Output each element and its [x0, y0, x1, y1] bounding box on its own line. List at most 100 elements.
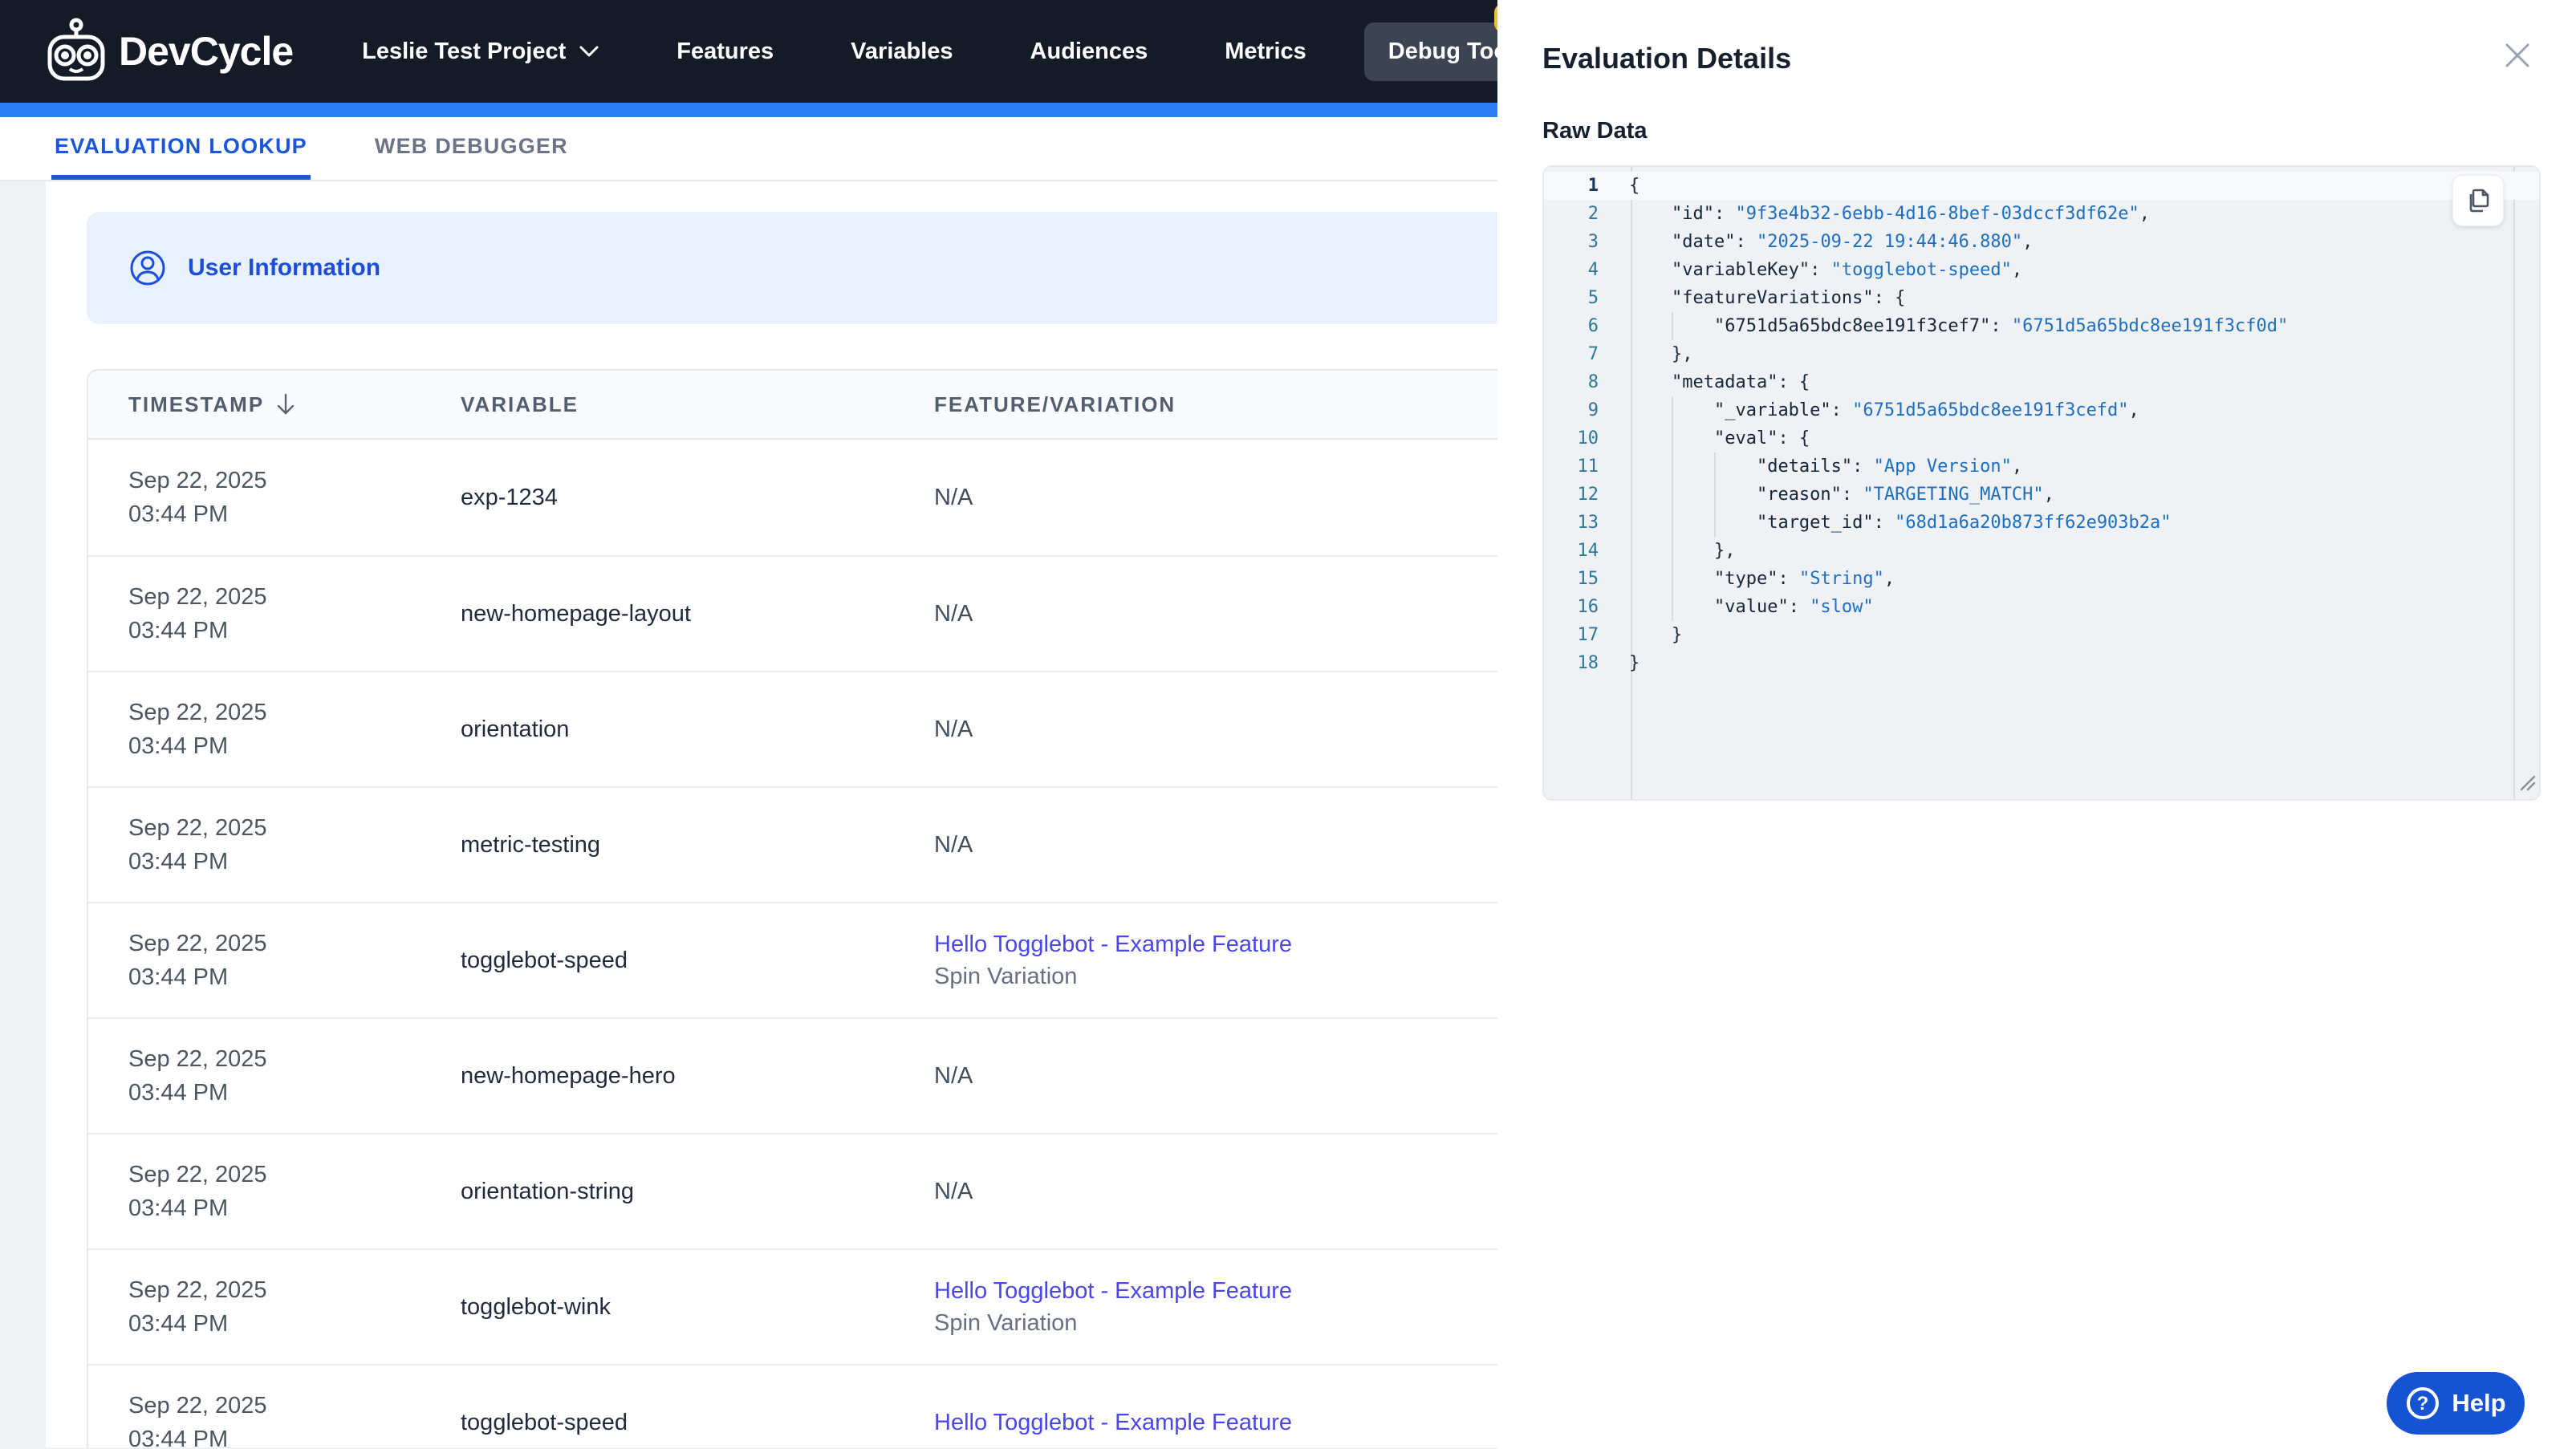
line-number: 1 — [1587, 176, 1599, 196]
help-label: Help — [2452, 1389, 2506, 1417]
timestamp-date: Sep 22, 2025 — [128, 815, 267, 841]
column-header-feature-variation[interactable]: FEATURE/VARIATION — [934, 392, 1547, 417]
code-line: 10 "eval": { — [1544, 424, 2539, 453]
code-text: "6751d5a65bdc8ee191f3cef7": "6751d5a65bd… — [1616, 312, 2288, 340]
table-row[interactable]: Sep 22, 2025 03:44 PM new-homepage-hero N/A — [88, 1017, 1547, 1133]
resize-grip-icon — [2520, 775, 2536, 791]
line-number: 3 — [1587, 232, 1599, 252]
code-line: 16 "value": "slow" — [1544, 593, 2539, 621]
line-number: 17 — [1577, 625, 1599, 645]
resize-handle[interactable] — [2515, 770, 2536, 796]
feature-variation-cell: Hello Togglebot - Example Feature Spin Va… — [934, 1275, 1547, 1339]
timestamp-time: 03:44 PM — [128, 964, 229, 990]
feature-link[interactable]: Hello Togglebot - Example Feature — [934, 1406, 1547, 1439]
line-number: 9 — [1587, 400, 1599, 420]
timestamp-time: 03:44 PM — [128, 733, 229, 759]
code-text: "id": "9f3e4b32-6ebb-4d16-8bef-03dccf3df… — [1671, 204, 2151, 224]
feature-link[interactable]: Hello Togglebot - Example Feature — [934, 928, 1547, 960]
timestamp-header-label: TIMESTAMP — [128, 392, 265, 416]
copy-code-button[interactable] — [2452, 175, 2504, 226]
table-header-row: TIMESTAMP VARIABLE FEATURE/VARIATION — [88, 371, 1547, 440]
table-row[interactable]: Sep 22, 2025 03:44 PM orientation N/A — [88, 671, 1547, 786]
timestamp-cell: Sep 22, 2025 03:44 PM — [88, 1273, 461, 1341]
tab-evaluation-lookup[interactable]: EVALUATION LOOKUP — [51, 117, 311, 180]
code-line: 3 "date": "2025-09-22 19:44:46.880", — [1544, 228, 2539, 256]
code-text: "metadata": { — [1671, 372, 1810, 392]
variable-cell: orientation-string — [461, 1178, 634, 1204]
copy-icon — [2469, 189, 2489, 213]
table-row[interactable]: Sep 22, 2025 03:44 PM new-homepage-layout N… — [88, 555, 1547, 671]
user-information-panel[interactable]: User Information — [87, 212, 1523, 324]
table-row[interactable]: Sep 22, 2025 03:44 PM togglebot-speed Hello… — [88, 1364, 1547, 1447]
line-number: 5 — [1587, 288, 1599, 308]
na-label: N/A — [934, 600, 973, 627]
timestamp-cell: Sep 22, 2025 03:44 PM — [88, 811, 461, 879]
table-body: Sep 22, 2025 03:44 PM exp-1234 N/A Sep 22, 2… — [88, 440, 1547, 1447]
table-row[interactable]: Sep 22, 2025 03:44 PM togglebot-wink Hello … — [88, 1248, 1547, 1364]
close-drawer-button[interactable] — [2499, 37, 2536, 76]
code-line: 14 }, — [1544, 537, 2539, 565]
raw-data-code-block: 1 {2 "id": "9f3e4b32-6ebb-4d16-8bef-03dcc… — [1542, 165, 2541, 801]
feature-variation-cell: Hello Togglebot - Example Feature Spin Va… — [934, 928, 1547, 992]
tab-web-debugger[interactable]: WEB DEBUGGER — [372, 117, 571, 180]
code-line: 8 "metadata": { — [1544, 368, 2539, 396]
chevron-down-icon — [579, 46, 599, 57]
nav-item-audiences[interactable]: Audiences — [1030, 39, 1148, 65]
line-number: 14 — [1577, 541, 1599, 561]
code-text: "eval": { — [1616, 424, 1810, 453]
user-information-title: User Information — [188, 254, 381, 281]
variable-cell: new-homepage-layout — [461, 600, 691, 627]
devcycle-logo[interactable]: DevCycle — [45, 18, 294, 85]
timestamp-date: Sep 22, 2025 — [128, 1162, 267, 1187]
sort-descending-icon — [277, 393, 295, 415]
timestamp-cell: Sep 22, 2025 03:44 PM — [88, 696, 461, 763]
help-question-icon: ? — [2407, 1387, 2440, 1419]
timestamp-date: Sep 22, 2025 — [128, 700, 267, 725]
timestamp-cell: Sep 22, 2025 03:44 PM — [88, 580, 461, 647]
table-row[interactable]: Sep 22, 2025 03:44 PM togglebot-speed Hello… — [88, 902, 1547, 1017]
variable-cell: togglebot-speed — [461, 947, 628, 973]
brand-name: DevCycle — [119, 29, 294, 74]
variable-cell: orientation — [461, 716, 570, 742]
code-lines: 1 {2 "id": "9f3e4b32-6ebb-4d16-8bef-03dcc… — [1544, 167, 2539, 677]
variable-cell: exp-1234 — [461, 484, 558, 510]
feature-variation-cell: N/A — [934, 485, 1547, 511]
timestamp-date: Sep 22, 2025 — [128, 1393, 267, 1419]
code-text: }, — [1616, 537, 1736, 565]
code-text: "variableKey": "togglebot-speed", — [1671, 260, 2023, 280]
timestamp-time: 03:44 PM — [128, 1427, 229, 1447]
code-line: 12 "reason": "TARGETING_MATCH", — [1544, 481, 2539, 509]
timestamp-date: Sep 22, 2025 — [128, 584, 267, 610]
nav-item-metrics[interactable]: Metrics — [1225, 39, 1306, 65]
drawer-header: Evaluation Details — [1542, 0, 2576, 76]
line-number: 4 — [1587, 260, 1599, 280]
table-row[interactable]: Sep 22, 2025 03:44 PM orientation-string N/… — [88, 1133, 1547, 1248]
variation-label: Spin Variation — [934, 1310, 1078, 1336]
project-selector[interactable]: Leslie Test Project — [362, 39, 599, 65]
column-header-variable[interactable]: VARIABLE — [461, 392, 934, 417]
feature-variation-header-label: FEATURE/VARIATION — [934, 392, 1176, 416]
feature-link[interactable]: Hello Togglebot - Example Feature — [934, 1275, 1547, 1307]
line-number: 2 — [1587, 204, 1599, 224]
na-label: N/A — [934, 716, 973, 742]
table-row[interactable]: Sep 22, 2025 03:44 PM exp-1234 N/A — [88, 440, 1547, 555]
timestamp-cell: Sep 22, 2025 03:44 PM — [88, 1042, 461, 1110]
nav-item-features[interactable]: Features — [677, 39, 774, 65]
timestamp-time: 03:44 PM — [128, 1080, 229, 1106]
timestamp-date: Sep 22, 2025 — [128, 1046, 267, 1072]
nav-item-variables[interactable]: Variables — [851, 39, 953, 65]
variable-cell: new-homepage-hero — [461, 1062, 676, 1089]
code-line: 6 "6751d5a65bdc8ee191f3cef7": "6751d5a65… — [1544, 312, 2539, 340]
variable-cell: metric-testing — [461, 831, 601, 858]
feature-variation-cell: Hello Togglebot - Example Feature — [934, 1406, 1547, 1439]
table-row[interactable]: Sep 22, 2025 03:44 PM metric-testing N/A — [88, 786, 1547, 902]
feature-variation-cell: N/A — [934, 601, 1547, 627]
code-text: { — [1629, 176, 1640, 196]
line-number: 15 — [1577, 569, 1599, 589]
help-button[interactable]: ? Help — [2387, 1372, 2525, 1435]
evaluation-details-drawer: Evaluation Details Raw Data 1{2 "id": "9… — [1497, 0, 2576, 1449]
line-number: 18 — [1577, 653, 1599, 673]
svg-text:?: ? — [2417, 1393, 2429, 1414]
column-header-timestamp[interactable]: TIMESTAMP — [88, 392, 461, 417]
line-number: 8 — [1587, 372, 1599, 392]
